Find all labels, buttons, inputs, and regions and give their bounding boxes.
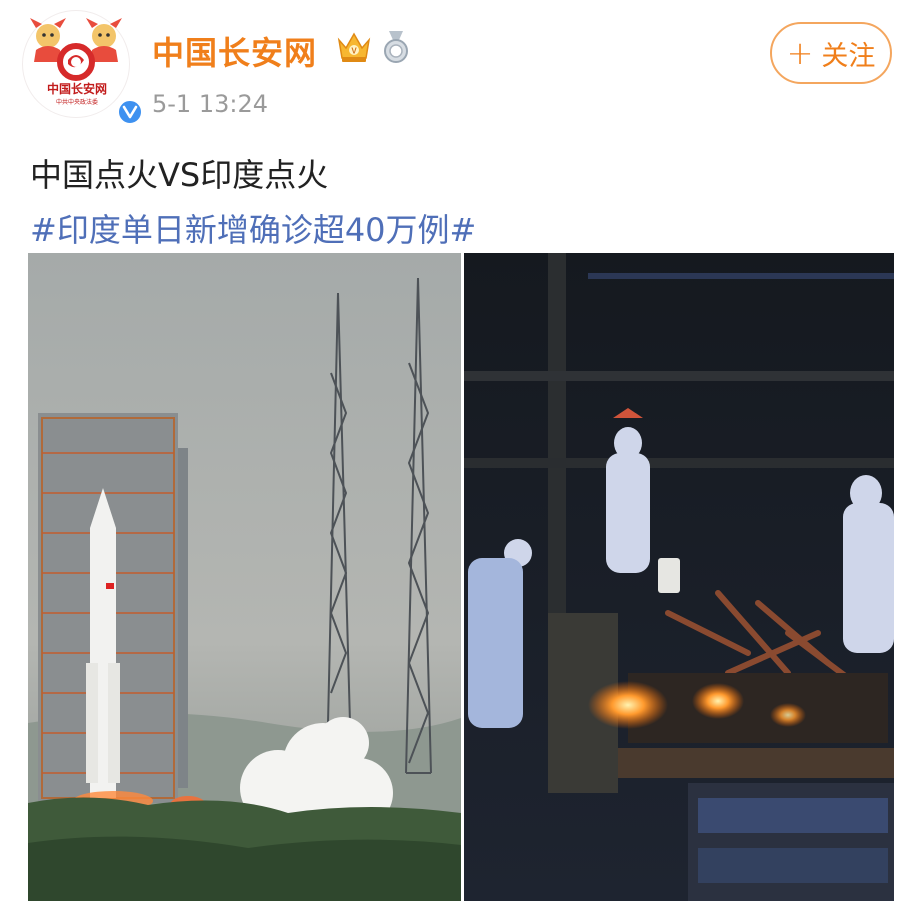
plus-icon: + [786,34,814,72]
post-text: 中国点火VS印度点火 [30,156,329,194]
rocket-launch-photo [28,253,461,901]
cremation-photo [464,253,894,901]
avatar-caption: 中国长安网 [46,82,107,96]
account-name[interactable]: 中国长安网 [152,28,317,74]
hashtag-link[interactable]: #印度单日新增确诊超40万例# [30,205,476,251]
crown-badge-icon[interactable]: V [336,30,372,64]
follow-button[interactable]: + 关注 [770,22,892,84]
verified-icon [116,98,144,126]
medal-badge-icon[interactable] [381,30,411,64]
post-image[interactable] [28,253,894,901]
avatar-subcaption: 中共中央政法委 [55,99,98,106]
svg-text:V: V [351,47,357,56]
post-time: 5-1 13:24 [152,90,268,118]
avatar[interactable]: 中国长安网 中共中央政法委 [22,10,144,126]
follow-button-label: 关注 [821,40,876,72]
